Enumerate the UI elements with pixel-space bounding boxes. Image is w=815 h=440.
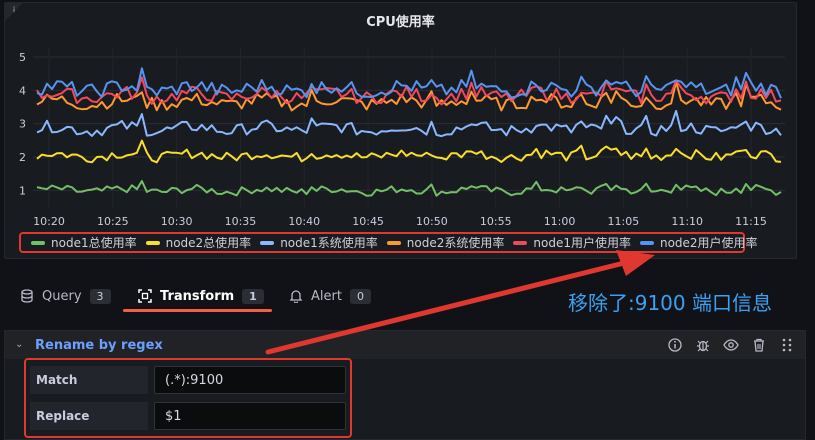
legend-item[interactable]: node2总使用率 — [145, 234, 252, 251]
legend-label: node2系统使用率 — [406, 236, 505, 250]
match-label: Match — [30, 366, 148, 394]
y-tick-label: 1 — [19, 184, 26, 197]
annotation-note: 移除了:9100 端口信息 — [568, 291, 772, 315]
y-tick-label: 5 — [19, 51, 26, 64]
tab-query-count: 3 — [89, 288, 111, 304]
legend-item[interactable]: node2用户使用率 — [639, 234, 758, 251]
legend-swatch — [260, 240, 275, 245]
legend-swatch — [639, 240, 654, 245]
cpu-chart: 1 2 3 4 5 10:20 10:25 10:30 10:35 10:40 10:45 10:50… — [19, 47, 785, 228]
transform-header[interactable]: ⌄ Rename by regex — [5, 331, 805, 359]
x-tick-label: 10:30 — [161, 215, 193, 228]
legend-item[interactable]: node1用户使用率 — [513, 234, 631, 251]
match-input[interactable]: (.*):9100 — [154, 366, 346, 394]
tab-transform-count: 1 — [242, 288, 264, 304]
legend-label: node1总使用率 — [51, 236, 137, 250]
x-tick-label: 11:15 — [735, 215, 767, 228]
tab-alert[interactable]: Alert 0 — [289, 282, 371, 310]
series-line-node1总使用率 — [36, 180, 782, 197]
eye-icon[interactable] — [723, 337, 739, 353]
x-tick-label: 11:00 — [544, 215, 576, 228]
x-tick-label: 10:25 — [97, 215, 129, 228]
x-tick-label: 11:05 — [608, 215, 640, 228]
info-icon[interactable] — [667, 337, 683, 353]
tab-transform-label: Transform — [160, 288, 235, 304]
legend-label: node1系统使用率 — [280, 236, 378, 250]
replace-input[interactable]: $1 — [154, 402, 346, 430]
legend-swatch — [386, 240, 401, 245]
drag-icon[interactable] — [779, 337, 795, 353]
legend-label: node2用户使用率 — [659, 236, 758, 250]
chart-panel: i CPU使用率 1 2 3 4 5 10:20 10:25 10:30 10:35 10:40 1… — [4, 2, 797, 259]
y-tick-label: 2 — [19, 151, 26, 164]
tab-transform[interactable]: Transform 1 — [138, 282, 264, 310]
legend-item[interactable]: node1总使用率 — [31, 234, 137, 251]
tab-query-label: Query — [42, 288, 82, 304]
legend-item[interactable]: node1系统使用率 — [260, 234, 378, 251]
database-icon — [21, 289, 33, 303]
x-tick-label: 11:10 — [671, 215, 703, 228]
regex-fields: Match (.*):9100 Replace $1 — [24, 358, 352, 438]
legend-swatch — [513, 240, 528, 245]
x-tick-label: 10:20 — [33, 215, 65, 228]
trash-icon[interactable] — [751, 337, 767, 353]
series-line-node2总使用率 — [36, 139, 782, 164]
legend-item[interactable]: node2系统使用率 — [386, 234, 505, 251]
tab-alert-label: Alert — [311, 288, 342, 304]
debug-icon[interactable] — [695, 337, 711, 353]
y-tick-label: 3 — [19, 118, 26, 131]
y-tick-label: 4 — [19, 84, 26, 97]
x-tick-label: 10:40 — [288, 215, 320, 228]
legend-swatch — [145, 240, 160, 245]
chart-legend: node1总使用率 node2总使用率 node1系统使用率 node2系统使用率 no… — [19, 232, 758, 253]
transform-title[interactable]: Rename by regex — [35, 338, 163, 353]
tab-query[interactable]: Query 3 — [20, 282, 111, 310]
legend-label: node2总使用率 — [165, 236, 252, 250]
replace-label: Replace — [30, 402, 148, 430]
x-tick-label: 10:45 — [352, 215, 384, 228]
legend-label: node1用户使用率 — [533, 236, 631, 250]
active-tab-indicator — [123, 309, 272, 312]
transform-actions — [667, 337, 795, 353]
tab-alert-count: 0 — [349, 288, 371, 304]
transform-icon — [138, 289, 152, 303]
x-tick-label: 10:55 — [480, 215, 512, 228]
series-line-node2系统使用率 — [36, 80, 782, 112]
bell-icon — [289, 290, 303, 303]
chevron-down-icon[interactable]: ⌄ — [15, 339, 23, 350]
x-tick-label: 10:50 — [416, 215, 448, 228]
legend-swatch — [31, 240, 45, 245]
x-tick-label: 10:35 — [225, 215, 257, 228]
